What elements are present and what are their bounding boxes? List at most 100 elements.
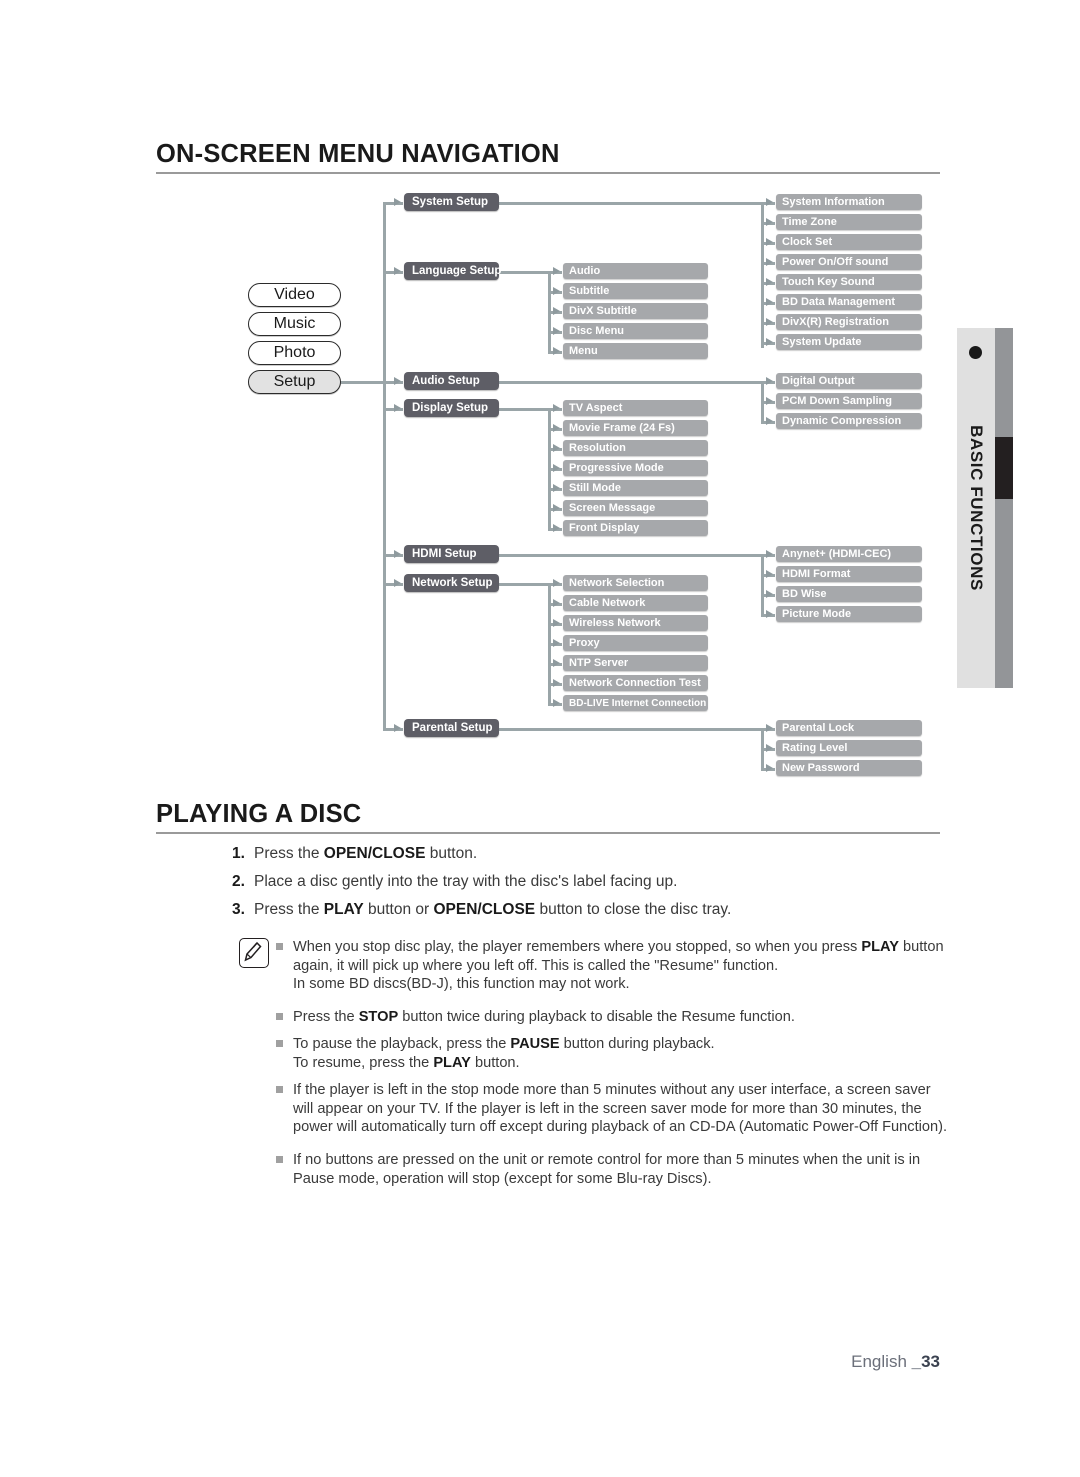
arrow-icon — [553, 599, 560, 607]
leaf-label: Wireless Network — [569, 617, 661, 629]
connector-parental-setup — [499, 728, 764, 731]
leaf-time-zone[interactable]: Time Zone — [776, 214, 922, 230]
leaf-parental-lock[interactable]: Parental Lock — [776, 720, 922, 736]
note-item: If no buttons are pressed on the unit or… — [276, 1151, 952, 1188]
node-label: Network Setup — [412, 577, 493, 589]
arrow-icon — [553, 347, 560, 355]
menu-button-photo[interactable]: Photo — [248, 341, 341, 365]
leaf-power-on-off-sound[interactable]: Power On/Off sound — [776, 254, 922, 270]
leaf-label: Time Zone — [782, 216, 837, 228]
leaf-menu[interactable]: Menu — [563, 343, 708, 359]
arrow-icon — [766, 258, 773, 266]
connector-audio-setup — [499, 381, 764, 384]
leaf-progressive-mode[interactable]: Progressive Mode — [563, 460, 708, 476]
arrow-icon — [766, 338, 773, 346]
leaf-movie-frame[interactable]: Movie Frame (24 Fs) — [563, 420, 708, 436]
leaf-label: Digital Output — [782, 375, 855, 387]
menu-button-setup[interactable]: Setup — [248, 370, 341, 394]
node-display-setup[interactable]: Display Setup — [404, 399, 499, 417]
leaf-ntp-server[interactable]: NTP Server — [563, 655, 708, 671]
leaf-divx-registration[interactable]: DivX(R) Registration — [776, 314, 922, 330]
leaf-label: DivX Subtitle — [569, 305, 637, 317]
arrow-icon — [394, 404, 401, 412]
leaf-screen-message[interactable]: Screen Message — [563, 500, 708, 516]
footer-language: English — [851, 1352, 912, 1371]
leaf-anynet-hdmi-cec[interactable]: Anynet+ (HDMI-CEC) — [776, 546, 922, 562]
leaf-pcm-down-sampling[interactable]: PCM Down Sampling — [776, 393, 922, 409]
arrow-icon — [553, 619, 560, 627]
step-item: 3. Press the PLAY button or OPEN/CLOSE bu… — [232, 901, 952, 919]
note-text: To pause the playback, press the PAUSE b… — [293, 1036, 715, 1071]
arrow-icon — [553, 287, 560, 295]
menu-button-label: Video — [274, 286, 315, 303]
leaf-network-selection[interactable]: Network Selection — [563, 575, 708, 591]
leaf-resolution[interactable]: Resolution — [563, 440, 708, 456]
leaf-dynamic-compression[interactable]: Dynamic Compression — [776, 413, 922, 429]
leaf-label: Menu — [569, 345, 598, 357]
arrow-icon — [553, 699, 560, 707]
leaf-hdmi-format[interactable]: HDMI Format — [776, 566, 922, 582]
leaf-clock-set[interactable]: Clock Set — [776, 234, 922, 250]
arrow-icon — [394, 377, 401, 385]
leaf-label: Screen Message — [569, 502, 656, 514]
leaf-label: Disc Menu — [569, 325, 625, 337]
leaf-digital-output[interactable]: Digital Output — [776, 373, 922, 389]
leaf-label: New Password — [782, 762, 860, 774]
leaf-picture-mode[interactable]: Picture Mode — [776, 606, 922, 622]
side-tab-basic-functions: BASIC FUNCTIONS — [957, 328, 995, 688]
leaf-new-password[interactable]: New Password — [776, 760, 922, 776]
leaf-rating-level[interactable]: Rating Level — [776, 740, 922, 756]
leaf-wireless-network[interactable]: Wireless Network — [563, 615, 708, 631]
node-parental-setup[interactable]: Parental Setup — [404, 719, 499, 737]
arrow-icon — [394, 550, 401, 558]
bullet-icon — [276, 1086, 283, 1093]
side-index-bar-highlight — [995, 437, 1013, 499]
leaf-label: PCM Down Sampling — [782, 395, 892, 407]
menu-button-video[interactable]: Video — [248, 283, 341, 307]
heading-divider — [156, 832, 940, 834]
leaf-network-connection-test[interactable]: Network Connection Test — [563, 675, 708, 691]
connector-network-setup — [499, 583, 550, 586]
leaf-label: Dynamic Compression — [782, 415, 902, 427]
leaf-bd-data-management[interactable]: BD Data Management — [776, 294, 922, 310]
node-network-setup[interactable]: Network Setup — [404, 574, 499, 592]
leaf-bd-wise[interactable]: BD Wise — [776, 586, 922, 602]
leaf-label: Resolution — [569, 442, 626, 454]
leaf-system-update[interactable]: System Update — [776, 334, 922, 350]
note-item: If the player is left in the stop mode m… — [276, 1081, 952, 1137]
leaf-tv-aspect[interactable]: TV Aspect — [563, 400, 708, 416]
node-system-setup[interactable]: System Setup — [404, 193, 499, 211]
connector-system-setup — [499, 202, 764, 205]
leaf-audio[interactable]: Audio — [563, 263, 708, 279]
leaf-proxy[interactable]: Proxy — [563, 635, 708, 651]
leaf-cable-network[interactable]: Cable Network — [563, 595, 708, 611]
node-label: HDMI Setup — [412, 548, 477, 560]
node-hdmi-setup[interactable]: HDMI Setup — [404, 545, 499, 563]
leaf-subtitle[interactable]: Subtitle — [563, 283, 708, 299]
leaf-front-display[interactable]: Front Display — [563, 520, 708, 536]
arrow-icon — [553, 327, 560, 335]
node-audio-setup[interactable]: Audio Setup — [404, 372, 499, 390]
leaf-label: Cable Network — [569, 597, 646, 609]
arrow-icon — [553, 464, 560, 472]
connector-spine-hdmi — [761, 554, 764, 615]
note-text: Press the STOP button twice during playb… — [293, 1009, 795, 1025]
leaf-divx-subtitle[interactable]: DivX Subtitle — [563, 303, 708, 319]
leaf-system-information[interactable]: System Information — [776, 194, 922, 210]
note-text: When you stop disc play, the player reme… — [293, 939, 944, 992]
menu-button-music[interactable]: Music — [248, 312, 341, 336]
arrow-icon — [553, 404, 560, 412]
side-index-bar — [995, 328, 1013, 688]
leaf-label: Movie Frame (24 Fs) — [569, 422, 675, 434]
leaf-disc-menu[interactable]: Disc Menu — [563, 323, 708, 339]
leaf-still-mode[interactable]: Still Mode — [563, 480, 708, 496]
bullet-icon — [276, 1013, 283, 1020]
leaf-label: System Information — [782, 196, 885, 208]
leaf-touch-key-sound[interactable]: Touch Key Sound — [776, 274, 922, 290]
arrow-icon — [394, 579, 401, 587]
node-language-setup[interactable]: Language Setup — [404, 262, 501, 280]
arrow-icon — [766, 724, 773, 732]
bullet-icon — [276, 1156, 283, 1163]
leaf-bd-live-internet-connection[interactable]: BD-LIVE Internet Connection — [563, 695, 708, 711]
arrow-icon — [394, 267, 401, 275]
